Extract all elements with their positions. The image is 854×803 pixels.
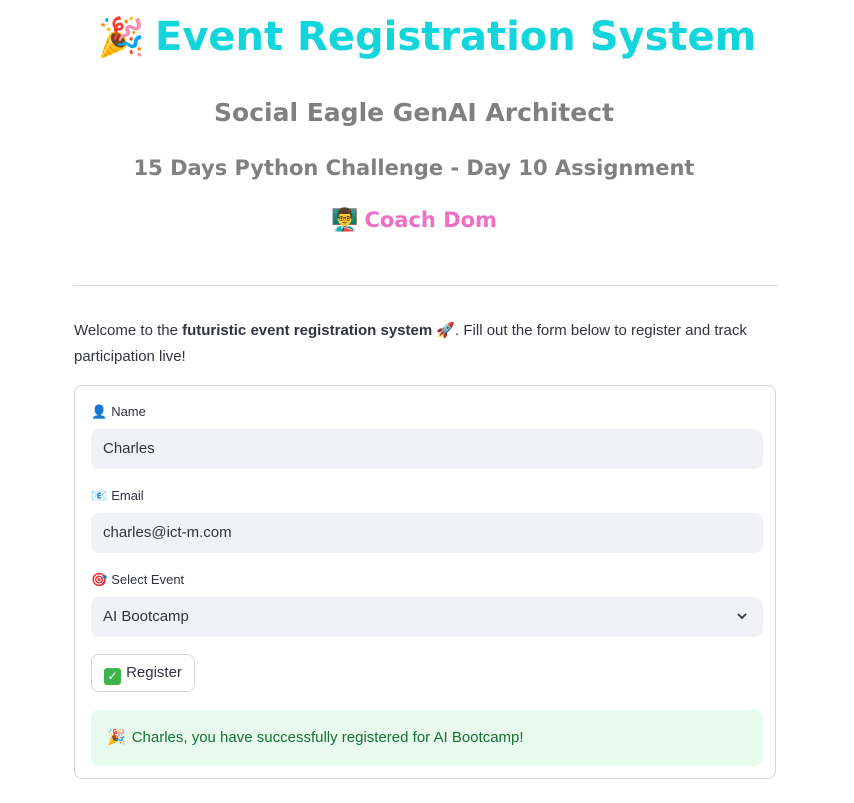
- email-icon: 📧: [91, 488, 108, 503]
- event-select[interactable]: AI Bootcamp: [91, 597, 763, 637]
- party-popper-icon: 🎉: [107, 729, 126, 746]
- target-icon: 🎯: [91, 572, 108, 587]
- subtitle: Social Eagle GenAI Architect: [214, 98, 614, 127]
- welcome-bold: futuristic event registration system: [182, 322, 433, 339]
- chevron-down-icon: [737, 613, 747, 620]
- register-button[interactable]: ✓ Register: [91, 654, 195, 692]
- welcome-prefix: Welcome to the: [74, 322, 183, 339]
- page-title: 🎉 Event Registration System: [0, 14, 854, 60]
- welcome-text: Welcome to the futuristic event registra…: [74, 318, 778, 370]
- page-title-text: Event Registration System: [155, 14, 757, 60]
- email-input[interactable]: charles@ict-m.com: [91, 513, 763, 553]
- coach-heading: 👨‍🏫 Coach Dom: [0, 208, 828, 233]
- event-label: 🎯 Select Event: [91, 572, 184, 588]
- success-alert: 🎉 Charles, you have successfully register…: [91, 710, 763, 766]
- success-message: Charles, you have successfully registere…: [131, 729, 524, 746]
- email-label: 📧 Email: [91, 488, 144, 504]
- party-popper-icon: 🎉: [97, 15, 145, 59]
- challenge-heading: 15 Days Python Challenge - Day 10 Assign…: [133, 156, 695, 180]
- person-icon: 👤: [91, 404, 108, 419]
- event-label-text: Select Event: [111, 572, 185, 587]
- event-select-value: AI Bootcamp: [103, 608, 189, 625]
- divider: [74, 285, 778, 286]
- teacher-icon: 👨‍🏫: [331, 208, 359, 233]
- registration-form: 👤 Name Charles 📧 Email charles@ict-m.com 🎯…: [74, 385, 776, 779]
- email-label-text: Email: [111, 488, 144, 503]
- check-icon: ✓: [104, 668, 122, 685]
- name-label: 👤 Name: [91, 404, 146, 420]
- register-label: Register: [126, 664, 182, 681]
- name-input[interactable]: Charles: [91, 429, 763, 469]
- name-label-text: Name: [111, 404, 146, 419]
- rocket-icon: 🚀: [436, 322, 456, 339]
- coach-name: Coach Dom: [364, 208, 497, 232]
